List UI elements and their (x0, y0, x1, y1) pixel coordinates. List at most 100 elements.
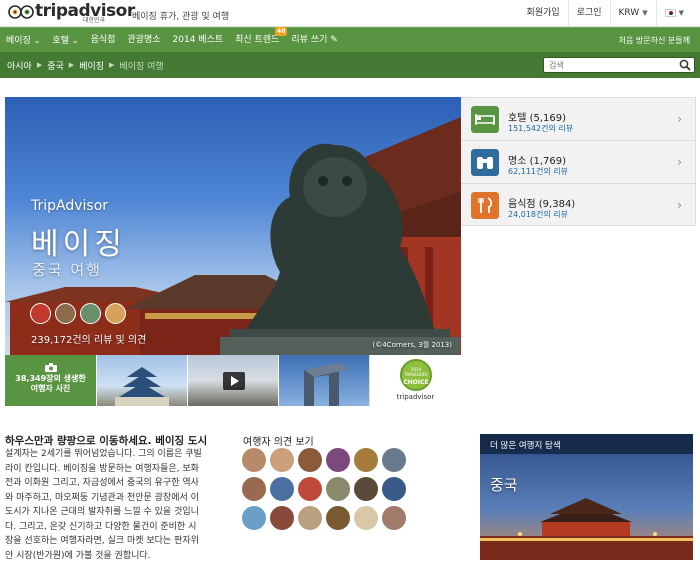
opinions-grid (242, 448, 412, 530)
traveler-photo[interactable] (298, 448, 322, 472)
nav-beijing[interactable]: 베이징 ⌄ (0, 28, 46, 53)
traveler-photo[interactable] (242, 477, 266, 501)
category-title: 음식점 (9,384) (508, 199, 576, 210)
play-icon[interactable] (223, 372, 245, 390)
chevron-down-icon: ▼ (678, 9, 684, 17)
avatar[interactable] (80, 303, 101, 324)
intro-title: 하우스만과 량팡으로 이동하세요. 베이징 도시 (5, 435, 208, 447)
tripadvisor-logo[interactable]: tripadvisor (8, 3, 135, 25)
bed-icon (471, 106, 499, 133)
login-link[interactable]: 로그인 (567, 0, 610, 26)
first-visit-link[interactable]: 처음 방문하신 분들께 (619, 28, 690, 53)
chevron-right-icon: ▶ (68, 61, 75, 69)
traveler-photo[interactable] (242, 448, 266, 472)
nav-trends[interactable]: 최신 트렌드 48 (229, 27, 288, 53)
category-attractions[interactable]: 명소 (1,769) 62,111건의 리뷰 › (461, 141, 696, 184)
chevron-down-icon: ▼ (642, 9, 648, 17)
nav-restaurants[interactable]: 음식점 (85, 28, 122, 53)
category-panel: 호텔 (5,169) 151,542건의 리뷰 › 명소 (1,769) 62,… (461, 97, 696, 226)
traveler-photo[interactable] (270, 506, 294, 530)
chevron-right-icon: › (677, 112, 682, 126)
chevron-down-icon: ⌄ (33, 36, 41, 45)
temple-photo (115, 367, 169, 406)
search-icon[interactable] (679, 59, 691, 71)
korea-flag-icon (664, 8, 676, 17)
binoculars-icon (471, 149, 499, 176)
award-brand: tripadvisor (396, 393, 435, 401)
search-input[interactable] (544, 58, 674, 72)
intro-line: 와 마주하고, 마오쩌둥 기념관과 천안문 광장에서 이 (5, 492, 199, 503)
crumb-asia[interactable]: 아시아 (7, 59, 32, 72)
avatar[interactable] (30, 303, 51, 324)
hero-review-count[interactable]: 239,172건의 리뷰 및 의견 (31, 331, 146, 346)
opinions-title: 여행자 의견 보기 (243, 437, 314, 448)
page-tagline: 베이징 휴가, 관광 및 여행 (132, 12, 230, 22)
intro-body: 설계자는 2세기를 뛰어넘었습니다. 그의 이름은 쿠빌 라이 칸입니다. 베이… (5, 447, 225, 563)
chevron-right-icon: › (677, 155, 682, 169)
photo-credit: (©4Corners, 3월 2013) (372, 341, 453, 349)
traveler-photo[interactable] (354, 448, 378, 472)
chevron-right-icon: ▶ (109, 61, 115, 69)
explore-destination[interactable]: 중국 (490, 474, 518, 495)
traveler-photos-tile[interactable]: 38,349장의 생생한 여행자 사진 (5, 355, 96, 406)
traveler-photo[interactable] (326, 477, 350, 501)
country-select[interactable]: ▼ (655, 0, 692, 26)
traveler-photo[interactable] (298, 477, 322, 501)
category-review-count[interactable]: 24,018건의 리뷰 (508, 209, 568, 220)
search-box (543, 57, 695, 73)
owl-logo-icon (8, 5, 34, 19)
traveler-photo[interactable] (354, 477, 378, 501)
intro-line: 다. 그리고, 온갖 신기하고 다양한 물건이 준비한 시 (5, 521, 197, 532)
currency-label: KRW (618, 8, 640, 18)
award-name: TRAVELERS' (404, 372, 428, 377)
avatar[interactable] (55, 303, 76, 324)
nav-hotels[interactable]: 호텔 ⌄ (46, 28, 84, 53)
award-choice: CHOICE (403, 379, 429, 386)
category-review-count[interactable]: 151,542건의 리뷰 (508, 123, 573, 134)
chevron-down-icon: ⌄ (71, 36, 79, 45)
category-hotels[interactable]: 호텔 (5,169) 151,542건의 리뷰 › (461, 98, 696, 141)
traveler-photo[interactable] (242, 506, 266, 530)
breadcrumb-bar: 아시아 ▶ 중국 ▶ 베이징 ▶ 베이징 여행 (0, 52, 700, 78)
traveler-photo[interactable] (382, 477, 406, 501)
crumb-china[interactable]: 중국 (47, 59, 64, 72)
signup-link[interactable]: 회원가입 (519, 0, 568, 26)
photos-count: 38,349장의 생생한 (15, 374, 86, 383)
travelers-choice-award[interactable]: 2014 TRAVELERS' CHOICE tripadvisor (369, 355, 461, 406)
nav-attractions[interactable]: 관광명소 (121, 28, 166, 53)
intro-line: 장을 선호하는 여행자라면, 실크 마켓 보다는 판자위 (5, 536, 199, 546)
traveler-photo[interactable] (354, 506, 378, 530)
traveler-photo[interactable] (270, 477, 294, 501)
main-nav: 베이징 ⌄ 호텔 ⌄ 음식점 관광명소 2014 베스트 최신 트렌드 48 리뷰… (0, 27, 700, 52)
cctv-building-thumb[interactable] (278, 355, 369, 406)
explore-more-box[interactable]: 더 많은 여행지 탐색 중국 (480, 434, 693, 560)
video-thumb[interactable] (187, 355, 278, 406)
top-bar: tripadvisor 대한민국 베이징 휴가, 관광 및 여행 회원가입 로그… (0, 0, 700, 27)
category-restaurants[interactable]: 음식점 (9,384) 24,018건의 리뷰 › (461, 184, 696, 227)
nav-best-2014[interactable]: 2014 베스트 (167, 28, 230, 53)
traveler-photo[interactable] (298, 506, 322, 530)
hero-banner[interactable]: TripAdvisor 베이징 중국 여행 239,172건의 리뷰 및 의견 … (5, 97, 461, 355)
intro-line: 안 시장(반가원)에 가볼 것을 권합니다. (5, 550, 151, 561)
currency-select[interactable]: KRW ▼ (609, 0, 656, 26)
explore-label: 더 많은 여행지 탐색 (490, 441, 561, 451)
explore-header: 더 많은 여행지 탐색 (480, 434, 693, 454)
category-review-count[interactable]: 62,111건의 리뷰 (508, 166, 568, 177)
crumb-beijing[interactable]: 베이징 (79, 59, 104, 72)
traveler-photo[interactable] (382, 448, 406, 472)
avatar[interactable] (105, 303, 126, 324)
category-title: 명소 (1,769) (508, 156, 567, 167)
nav-label: 호텔 (52, 36, 69, 46)
traveler-photo[interactable] (326, 506, 350, 530)
chevron-right-icon: › (677, 198, 682, 212)
traveler-photo[interactable] (326, 448, 350, 472)
traveler-photo[interactable] (270, 448, 294, 472)
intro-line: 전과 이화원 그리고, 자금성에서 중국의 유구한 역사 (5, 478, 199, 488)
photos-label: 여행자 사진 (30, 384, 71, 393)
photo-strip: 38,349장의 생생한 여행자 사진 2014 TRAVELERS' CHOI… (5, 355, 461, 406)
temple-of-heaven-thumb[interactable] (96, 355, 187, 406)
nav-label: 리뷰 쓰기 (291, 35, 328, 45)
hero-subtitle: 중국 여행 (32, 261, 102, 279)
traveler-photo[interactable] (382, 506, 406, 530)
nav-write-review[interactable]: 리뷰 쓰기 ✎ (285, 28, 343, 53)
